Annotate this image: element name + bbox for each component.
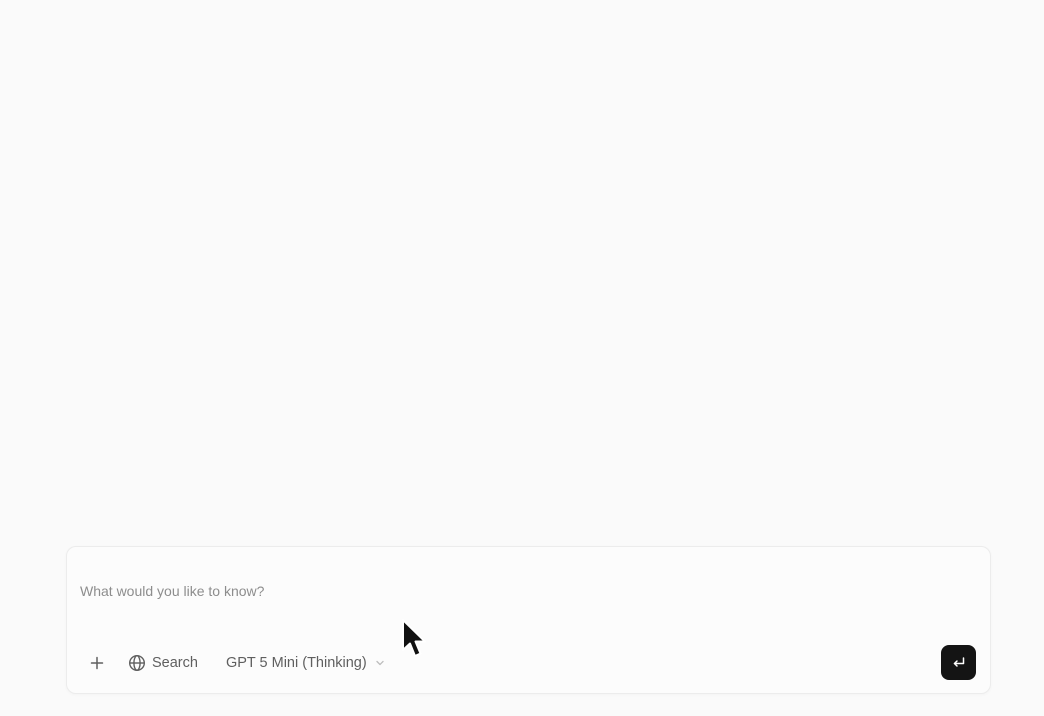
prompt-input[interactable] [80, 577, 960, 605]
search-toggle-button[interactable]: Search [128, 647, 198, 679]
globe-icon [128, 654, 146, 672]
enter-return-icon [953, 656, 964, 667]
chevron-down-icon [376, 660, 384, 666]
add-attachment-button[interactable] [81, 647, 113, 679]
model-selector-dropdown[interactable]: GPT 5 Mini (Thinking) [226, 647, 385, 679]
prompt-composer: Search GPT 5 Mini (Thinking) [66, 546, 991, 694]
composer-toolbar: Search GPT 5 Mini (Thinking) [81, 647, 385, 679]
submit-button[interactable] [941, 645, 976, 680]
search-label: Search [152, 655, 198, 671]
plus-icon [90, 656, 104, 670]
empty-conversation-area [0, 0, 1044, 540]
chat-page: Search GPT 5 Mini (Thinking) [0, 0, 1044, 716]
model-label: GPT 5 Mini (Thinking) [225, 655, 367, 671]
